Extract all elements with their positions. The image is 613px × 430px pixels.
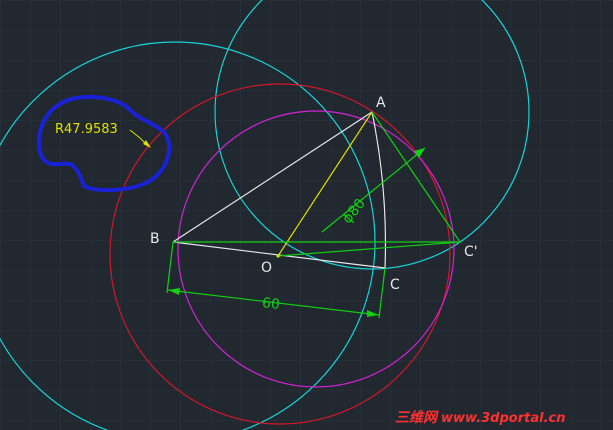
watermark-chinese: 三维网 [395,409,439,426]
length-dimension-text: 60 [261,295,280,313]
label-point-B: B [150,231,160,247]
cad-drawing-canvas: A B C C' O R47.9583 60 ϕ80 三维网 www.3dpor… [0,0,613,430]
label-point-C: C [390,277,400,293]
label-point-O: O [261,260,272,276]
radius-dimension-text: R47.9583 [55,122,118,137]
label-point-C-prime: C' [464,244,478,260]
watermark-url: www.3dportal.cn [441,411,565,426]
label-point-A: A [376,95,386,111]
point-O-marker [276,254,280,258]
